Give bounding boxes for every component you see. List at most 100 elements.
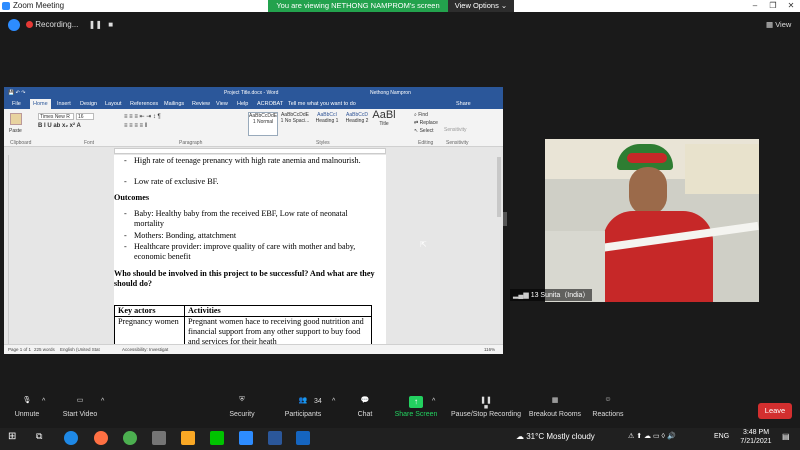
firefox-icon[interactable] — [94, 431, 108, 445]
tab-layout[interactable]: Layout — [105, 101, 122, 107]
share-screen-label: Share Screen — [394, 411, 438, 418]
security-button[interactable]: ⛨ Security — [207, 396, 277, 418]
zoom-taskbar-icon[interactable] — [239, 431, 253, 445]
start-video-label: Start Video — [62, 411, 98, 418]
format-buttons[interactable]: B I U ab x₂ x² A — [38, 123, 81, 129]
vertical-scrollbar[interactable] — [497, 157, 501, 217]
pause-icon[interactable]: ❚❚ — [89, 20, 102, 29]
share-screen-button[interactable]: ↑ Share Screen — [381, 396, 451, 418]
style-heading-1[interactable]: AaBbCcI Heading 1 — [312, 112, 342, 136]
shield-icon[interactable] — [8, 19, 20, 31]
unmute-label: Unmute — [14, 411, 40, 418]
chevron-up-icon[interactable]: ^ — [432, 398, 435, 405]
participants-count: 34 — [314, 398, 322, 405]
tab-design[interactable]: Design — [80, 101, 97, 107]
word-taskbar-icon[interactable] — [268, 431, 282, 445]
shirt — [603, 211, 713, 302]
tab-review[interactable]: Review — [192, 101, 210, 107]
style-heading-2[interactable]: AaBbCcD Heading 2 — [342, 112, 372, 136]
pause-stop-icon: ❚❚ ■ — [480, 397, 492, 411]
clock[interactable]: 3:48 PM 7/21/2021 — [738, 428, 774, 446]
select-label: Select — [419, 128, 434, 134]
clock-date: 7/21/2021 — [740, 438, 772, 445]
language-indicator[interactable]: ENG — [714, 433, 729, 440]
splitter-handle[interactable] — [503, 212, 507, 226]
find-button[interactable]: ⌕ Find — [414, 112, 428, 118]
bullet-text: Baby: Healthy baby from the received EBF… — [134, 209, 348, 229]
windows-start-icon[interactable]: ⊞ — [8, 431, 22, 445]
style-no-spacing[interactable]: AaBbCcDdE 1 No Spaci... — [280, 112, 310, 136]
tab-home[interactable]: Home — [30, 99, 51, 109]
tab-references[interactable]: References — [130, 101, 158, 107]
reactions-button[interactable]: ☺ Reactions — [573, 396, 643, 418]
recording-indicator: Recording... ❚❚ ■ — [26, 17, 126, 33]
chrome-icon[interactable] — [123, 431, 137, 445]
line-icon[interactable] — [210, 431, 224, 445]
task-view-icon[interactable]: ⧉ — [36, 431, 50, 445]
wall-poster — [685, 144, 759, 194]
tab-mailings[interactable]: Mailings — [164, 101, 184, 107]
accessibility[interactable]: Accessibility: Investigat — [122, 347, 168, 352]
edge-icon[interactable] — [64, 431, 78, 445]
font-name-select[interactable]: Times New R — [38, 113, 74, 120]
group-styles: Styles — [316, 140, 330, 146]
align-buttons[interactable]: ≡ ≡ ≡ ≡ ‖ — [124, 123, 147, 129]
group-clipboard: Clipboard — [10, 140, 32, 146]
tab-insert[interactable]: Insert — [57, 101, 71, 107]
photos-icon[interactable] — [296, 431, 310, 445]
sensitivity-button[interactable]: Sensitivity — [444, 127, 467, 133]
zoom-logo-icon — [2, 2, 10, 10]
stop-icon[interactable]: ■ — [108, 20, 113, 29]
tab-acrobat[interactable]: ACROBAT — [257, 101, 283, 107]
signal-icon: ▂▄▆ — [513, 292, 529, 299]
tab-file[interactable]: File — [12, 101, 21, 107]
doc-title: Project Title.docx - Word — [224, 90, 279, 96]
tab-help[interactable]: Help — [237, 101, 248, 107]
paragraph-buttons[interactable]: ≡ ≡ ≡ ⇤ ⇥ ↕ ¶ — [124, 113, 161, 120]
tell-me-search[interactable]: Tell me what you want to do — [288, 101, 356, 107]
maximize-icon[interactable]: ❐ — [764, 0, 782, 12]
replace-button[interactable]: ⇄ Replace — [414, 120, 438, 126]
start-video-button[interactable]: ▭ Start Video — [45, 396, 115, 418]
language: English (United Stat — [60, 347, 100, 352]
close-icon[interactable]: ✕ — [782, 0, 800, 12]
participant-video[interactable] — [545, 139, 759, 302]
face — [629, 167, 667, 215]
notification-icon[interactable]: ▤ — [782, 432, 790, 441]
paste-icon[interactable] — [10, 113, 22, 125]
record-button[interactable]: ❚❚ ■ Pause/Stop Recording — [446, 396, 526, 418]
chevron-up-icon[interactable]: ^ — [101, 398, 104, 405]
clock-time: 3:48 PM — [742, 429, 770, 436]
file-explorer-icon[interactable] — [181, 431, 195, 445]
replace-label: Replace — [419, 120, 438, 126]
zoom-level[interactable]: 116% — [484, 347, 495, 352]
weather-widget[interactable]: ☁ 31°C Mostly cloudy — [516, 432, 595, 441]
window-title: Zoom Meeting — [13, 1, 65, 10]
recording-dot-icon — [26, 21, 33, 29]
tray-icons[interactable]: ⚠ ⬆ ☁ ▭ ◊ 🔊 — [628, 432, 676, 440]
app-icon[interactable] — [152, 431, 166, 445]
weather-text: 31°C Mostly cloudy — [526, 432, 595, 441]
bullet-text: Mothers: Bonding, attatchment — [134, 231, 237, 240]
participants-button[interactable]: 👥 Participants — [268, 396, 338, 418]
bullet-text: Low rate of exclusive BF. — [134, 177, 219, 186]
style-normal[interactable]: AaBbCcDdE 1 Normal — [248, 112, 278, 136]
document-page[interactable]: - High rate of teenage prenancy with high… — [114, 155, 386, 344]
view-button[interactable]: ▦ View — [766, 20, 791, 29]
style-name: 1 No Spaci... — [280, 118, 310, 124]
minimize-icon[interactable]: – — [746, 0, 764, 12]
share-button[interactable]: Share — [456, 101, 471, 107]
font-size-select[interactable]: 16 — [76, 113, 94, 120]
paste-label: Paste — [9, 128, 22, 134]
chat-label: Chat — [357, 411, 373, 418]
tab-view[interactable]: View — [216, 101, 228, 107]
select-button[interactable]: ↖ Select — [414, 128, 434, 134]
video-off-icon: ▭ — [76, 397, 84, 404]
style-title[interactable]: AaBl Title — [372, 109, 396, 136]
participant-name-label: ▂▄▆ 13 Sunita（India） — [510, 289, 593, 301]
reaction-icon: ☺ — [604, 396, 612, 403]
view-options-button[interactable]: View Options ⌄ — [448, 0, 514, 12]
leave-button[interactable]: Leave — [758, 403, 792, 419]
bullet-text: Healthcare provider: improve quality of … — [134, 242, 356, 262]
ribbon: Paste Times New R 16 B I U ab x₂ x² A ≡ … — [4, 109, 503, 147]
